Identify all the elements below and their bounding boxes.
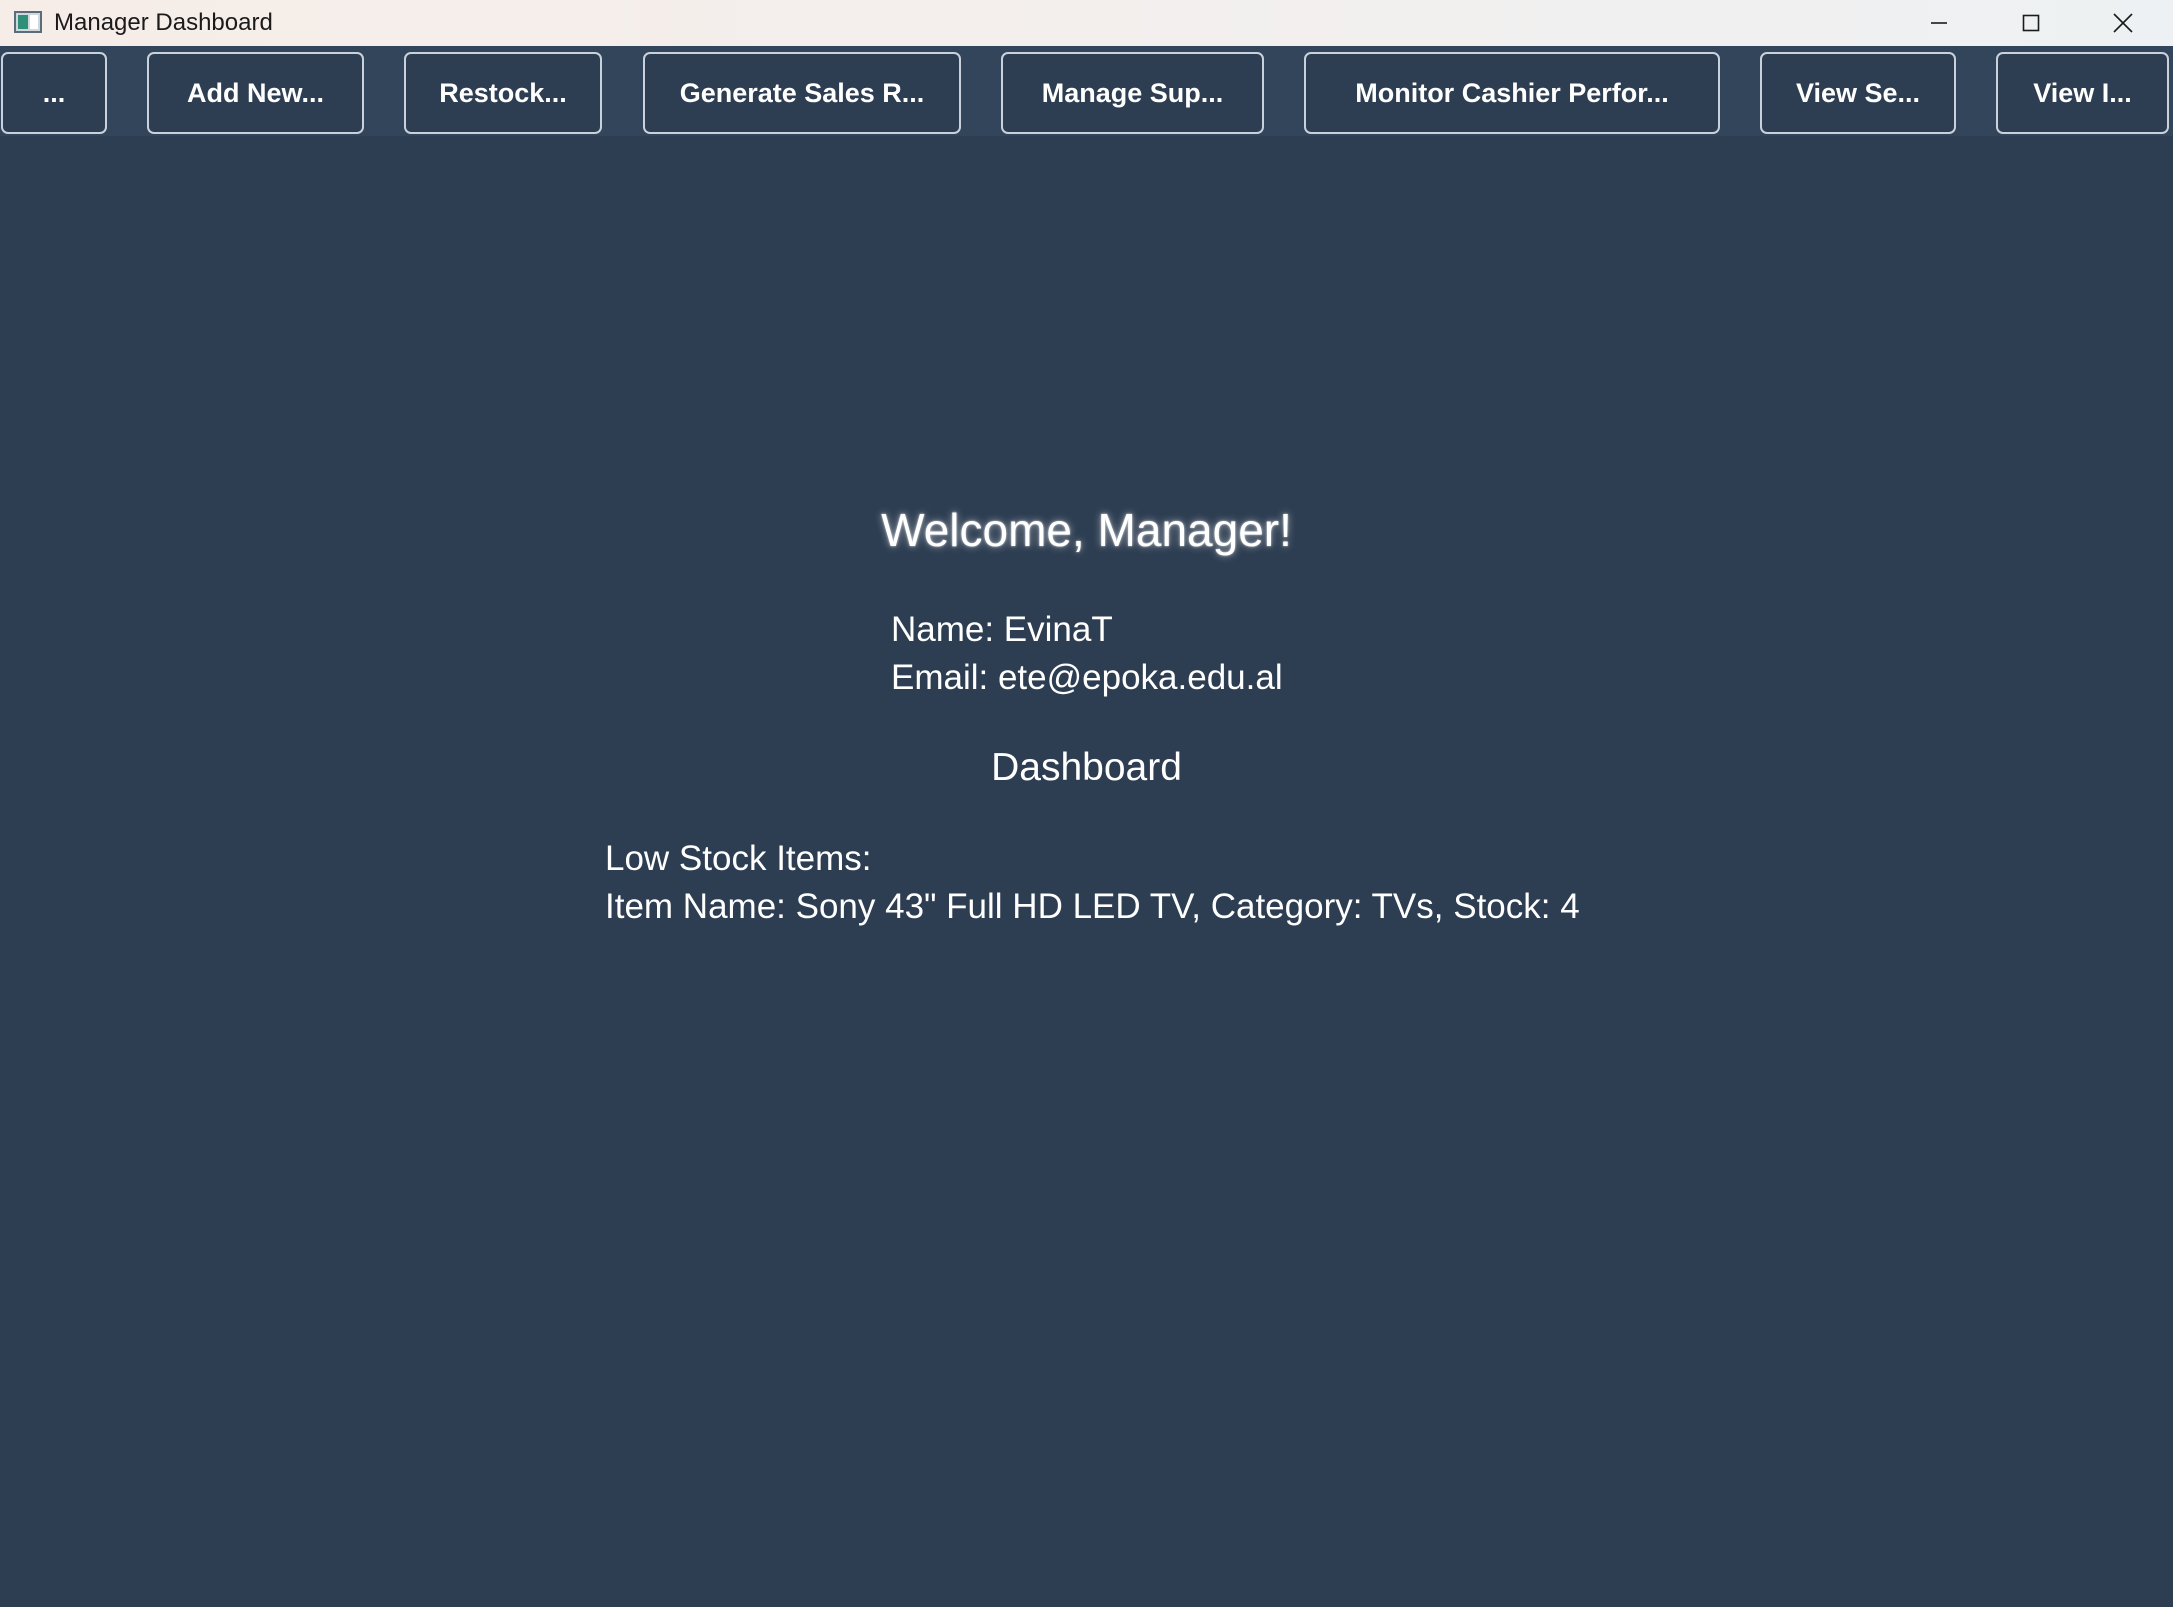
welcome-heading: Welcome, Manager! bbox=[881, 504, 1292, 556]
manager-dashboard-window: Manager Dashboard ... Add New... Restock… bbox=[0, 0, 2173, 1607]
low-stock-heading: Low Stock Items: bbox=[605, 839, 872, 878]
dashboard-title: Dashboard bbox=[991, 746, 1182, 789]
app-window-icon bbox=[14, 11, 42, 33]
close-icon bbox=[2113, 13, 2133, 33]
manage-suppliers-button[interactable]: Manage Sup... bbox=[1001, 52, 1264, 134]
more-button[interactable]: ... bbox=[1, 52, 107, 134]
maximize-icon bbox=[2022, 14, 2040, 32]
minimize-button[interactable] bbox=[1893, 0, 1985, 46]
manager-name: Name: EvinaT bbox=[891, 610, 1113, 649]
minimize-icon bbox=[1931, 22, 1947, 24]
close-button[interactable] bbox=[2077, 0, 2169, 46]
restock-button[interactable]: Restock... bbox=[404, 52, 602, 134]
monitor-cashier-performance-button[interactable]: Monitor Cashier Perfor... bbox=[1304, 52, 1720, 134]
view-sellers-button[interactable]: View Se... bbox=[1760, 52, 1956, 134]
manager-email: Email: ete@epoka.edu.al bbox=[891, 658, 1283, 697]
low-stock-item: Item Name: Sony 43" Full HD LED TV, Cate… bbox=[605, 887, 1580, 926]
dashboard-content bbox=[0, 136, 2173, 1607]
add-new-button[interactable]: Add New... bbox=[147, 52, 364, 134]
generate-sales-report-button[interactable]: Generate Sales R... bbox=[643, 52, 961, 134]
window-title: Manager Dashboard bbox=[54, 9, 273, 36]
view-items-button[interactable]: View I... bbox=[1996, 52, 2169, 134]
maximize-button[interactable] bbox=[1985, 0, 2077, 46]
title-bar[interactable]: Manager Dashboard bbox=[0, 0, 2173, 46]
